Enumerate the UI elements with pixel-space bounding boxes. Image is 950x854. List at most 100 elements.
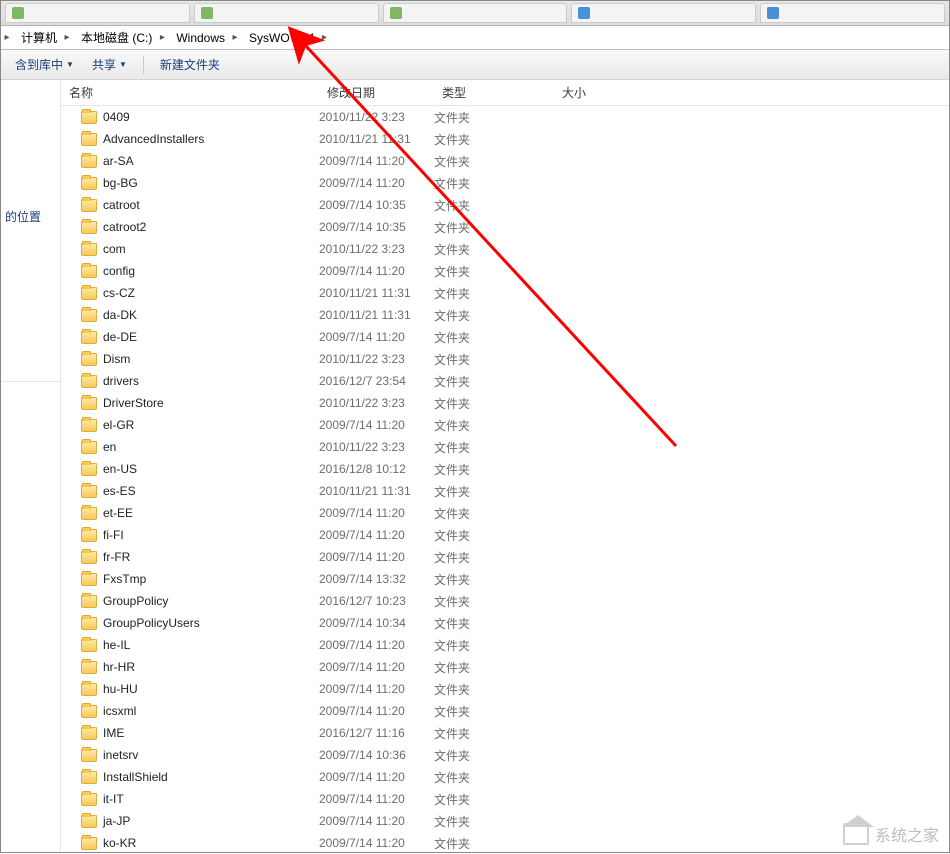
watermark: 系统之家 xyxy=(843,822,939,846)
tab-5[interactable] xyxy=(760,3,945,23)
file-type: 文件夹 xyxy=(434,659,554,676)
file-name: config xyxy=(103,264,135,278)
table-row[interactable]: AdvancedInstallers2010/11/21 11:31文件夹 xyxy=(61,128,949,150)
file-date: 2010/11/21 11:31 xyxy=(319,308,434,322)
breadcrumb-windows[interactable]: Windows xyxy=(168,26,229,49)
folder-icon xyxy=(81,133,97,146)
table-row[interactable]: ko-KR2009/7/14 11:20文件夹 xyxy=(61,832,949,852)
navigation-pane[interactable]: 的位置 xyxy=(1,80,61,852)
table-row[interactable]: icsxml2009/7/14 11:20文件夹 xyxy=(61,700,949,722)
table-row[interactable]: en2010/11/22 3:23文件夹 xyxy=(61,436,949,458)
include-in-library-button[interactable]: 含到库中 ▼ xyxy=(7,53,82,76)
column-name[interactable]: 名称 xyxy=(61,80,319,105)
table-row[interactable]: GroupPolicyUsers2009/7/14 10:34文件夹 xyxy=(61,612,949,634)
file-type: 文件夹 xyxy=(434,395,554,412)
folder-icon xyxy=(81,111,97,124)
browser-tabs xyxy=(1,1,949,26)
chevron-right-icon[interactable]: ▸ xyxy=(156,32,168,43)
breadcrumb-computer[interactable]: 计算机 xyxy=(13,26,61,49)
table-row[interactable]: InstallShield2009/7/14 11:20文件夹 xyxy=(61,766,949,788)
table-row[interactable]: fr-FR2009/7/14 11:20文件夹 xyxy=(61,546,949,568)
file-type: 文件夹 xyxy=(434,461,554,478)
table-row[interactable]: 04092010/11/22 3:23文件夹 xyxy=(61,106,949,128)
file-name: el-GR xyxy=(103,418,134,432)
table-row[interactable]: el-GR2009/7/14 11:20文件夹 xyxy=(61,414,949,436)
table-row[interactable]: inetsrv2009/7/14 10:36文件夹 xyxy=(61,744,949,766)
table-row[interactable]: FxsTmp2009/7/14 13:32文件夹 xyxy=(61,568,949,590)
toolbar-label: 共享 xyxy=(92,56,116,73)
chevron-right-icon[interactable]: ▸ xyxy=(61,32,73,43)
file-date: 2009/7/14 11:20 xyxy=(319,682,434,696)
file-date: 2010/11/21 11:31 xyxy=(319,286,434,300)
table-row[interactable]: catroot22009/7/14 10:35文件夹 xyxy=(61,216,949,238)
file-list: 名称 修改日期 类型 大小 04092010/11/22 3:23文件夹Adva… xyxy=(61,80,949,852)
table-row[interactable]: IME2016/12/7 11:16文件夹 xyxy=(61,722,949,744)
share-button[interactable]: 共享 ▼ xyxy=(84,53,135,76)
file-name: catroot xyxy=(103,198,140,212)
tab-1[interactable] xyxy=(5,3,190,23)
column-date[interactable]: 修改日期 xyxy=(319,80,434,105)
table-row[interactable]: et-EE2009/7/14 11:20文件夹 xyxy=(61,502,949,524)
table-row[interactable]: da-DK2010/11/21 11:31文件夹 xyxy=(61,304,949,326)
file-type: 文件夹 xyxy=(434,791,554,808)
chevron-right-icon[interactable]: ▸ xyxy=(318,32,330,43)
column-headers: 名称 修改日期 类型 大小 xyxy=(61,80,949,106)
file-date: 2010/11/22 3:23 xyxy=(319,440,434,454)
chevron-right-icon[interactable]: ▸ xyxy=(229,32,241,43)
folder-icon xyxy=(81,617,97,630)
table-row[interactable]: GroupPolicy2016/12/7 10:23文件夹 xyxy=(61,590,949,612)
column-size[interactable]: 大小 xyxy=(554,80,654,105)
table-row[interactable]: catroot2009/7/14 10:35文件夹 xyxy=(61,194,949,216)
tab-4[interactable] xyxy=(571,3,756,23)
table-row[interactable]: de-DE2009/7/14 11:20文件夹 xyxy=(61,326,949,348)
folder-icon xyxy=(81,177,97,190)
table-row[interactable]: DriverStore2010/11/22 3:23文件夹 xyxy=(61,392,949,414)
folder-icon xyxy=(81,265,97,278)
table-row[interactable]: he-IL2009/7/14 11:20文件夹 xyxy=(61,634,949,656)
breadcrumb-syswow64[interactable]: SysWOW64 xyxy=(241,26,318,49)
file-date: 2009/7/14 11:20 xyxy=(319,814,434,828)
file-name: ko-KR xyxy=(103,836,136,850)
file-name: FxsTmp xyxy=(103,572,146,586)
table-row[interactable]: com2010/11/22 3:23文件夹 xyxy=(61,238,949,260)
tab-2[interactable] xyxy=(194,3,379,23)
file-name: com xyxy=(103,242,126,256)
file-type: 文件夹 xyxy=(434,527,554,544)
file-type: 文件夹 xyxy=(434,813,554,830)
table-row[interactable]: cs-CZ2010/11/21 11:31文件夹 xyxy=(61,282,949,304)
file-type: 文件夹 xyxy=(434,549,554,566)
folder-icon xyxy=(81,287,97,300)
folder-icon xyxy=(81,155,97,168)
table-row[interactable]: ar-SA2009/7/14 11:20文件夹 xyxy=(61,150,949,172)
chevron-right-icon[interactable]: ▸ xyxy=(1,32,13,43)
table-row[interactable]: hu-HU2009/7/14 11:20文件夹 xyxy=(61,678,949,700)
table-row[interactable]: en-US2016/12/8 10:12文件夹 xyxy=(61,458,949,480)
breadcrumb-drive-c[interactable]: 本地磁盘 (C:) xyxy=(73,26,156,49)
table-row[interactable]: drivers2016/12/7 23:54文件夹 xyxy=(61,370,949,392)
file-type: 文件夹 xyxy=(434,703,554,720)
table-row[interactable]: es-ES2010/11/21 11:31文件夹 xyxy=(61,480,949,502)
address-bar[interactable]: ▸ 计算机 ▸ 本地磁盘 (C:) ▸ Windows ▸ SysWOW64 ▸ xyxy=(1,26,949,50)
file-date: 2009/7/14 11:20 xyxy=(319,330,434,344)
file-name: ja-JP xyxy=(103,814,130,828)
table-row[interactable]: ja-JP 2009/7/14 11:20文件夹 xyxy=(61,810,949,832)
table-row[interactable]: hr-HR2009/7/14 11:20文件夹 xyxy=(61,656,949,678)
table-row[interactable]: config2009/7/14 11:20文件夹 xyxy=(61,260,949,282)
table-row[interactable]: Dism2010/11/22 3:23文件夹 xyxy=(61,348,949,370)
column-type[interactable]: 类型 xyxy=(434,80,554,105)
folder-icon xyxy=(81,485,97,498)
table-row[interactable]: bg-BG2009/7/14 11:20文件夹 xyxy=(61,172,949,194)
tab-3[interactable] xyxy=(383,3,568,23)
file-date: 2016/12/8 10:12 xyxy=(319,462,434,476)
table-row[interactable]: it-IT2009/7/14 11:20文件夹 xyxy=(61,788,949,810)
table-row[interactable]: fi-FI2009/7/14 11:20文件夹 xyxy=(61,524,949,546)
folder-icon xyxy=(81,683,97,696)
file-name: bg-BG xyxy=(103,176,138,190)
file-name: he-IL xyxy=(103,638,130,652)
file-type: 文件夹 xyxy=(434,417,554,434)
file-name: fr-FR xyxy=(103,550,130,564)
folder-icon xyxy=(81,463,97,476)
folder-icon xyxy=(81,793,97,806)
new-folder-button[interactable]: 新建文件夹 xyxy=(152,53,228,76)
file-type: 文件夹 xyxy=(434,835,554,852)
